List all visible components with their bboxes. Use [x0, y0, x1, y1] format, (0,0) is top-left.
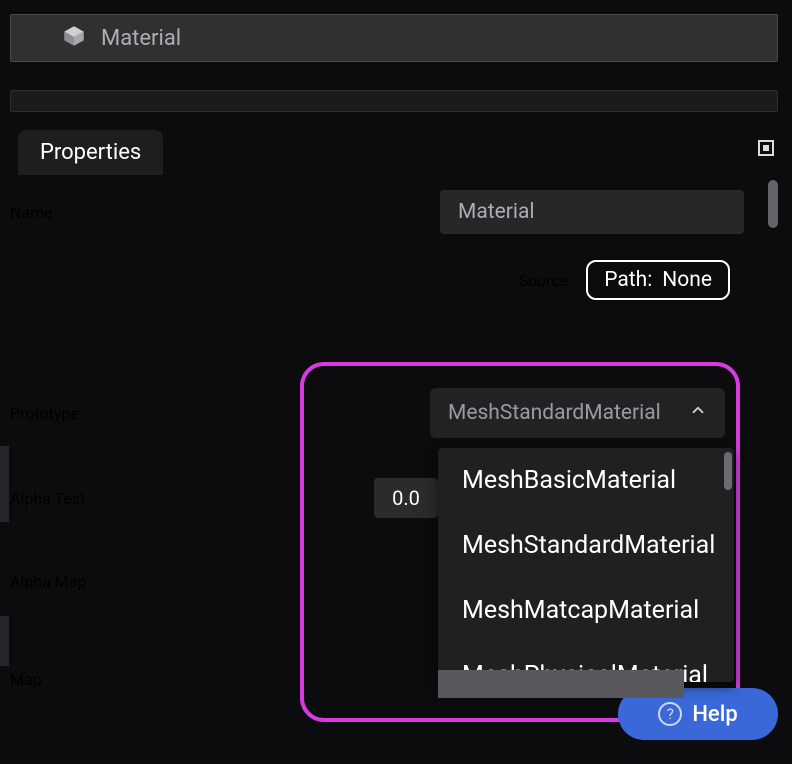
prototype-select[interactable]: MeshStandardMaterial — [430, 388, 725, 438]
chevron-up-icon — [689, 401, 707, 425]
row-alpha-test: Alpha Test — [10, 478, 438, 518]
dropdown-scrollbar[interactable] — [724, 452, 732, 490]
left-gutter — [0, 616, 9, 666]
source-path-button[interactable]: Path: None — [586, 260, 730, 300]
map-label: Map — [10, 670, 414, 689]
left-gutter — [0, 446, 9, 522]
prototype-option-basic[interactable]: MeshBasicMaterial — [438, 448, 734, 513]
row-name: Name — [10, 190, 730, 234]
scrollbar-vertical[interactable] — [768, 180, 778, 228]
prototype-dropdown: MeshBasicMaterial MeshStandardMaterial M… — [438, 448, 734, 682]
properties-panel: Name Source Path: None Prototype MeshSta… — [10, 176, 778, 764]
prototype-selected-value: MeshStandardMaterial — [448, 401, 661, 425]
source-label: Source — [519, 271, 569, 290]
prototype-label: Prototype — [10, 404, 430, 423]
dropdown-hscrollbar[interactable] — [438, 670, 684, 698]
row-alpha-map: Alpha Map — [10, 572, 414, 591]
breadcrumb-bar — [10, 90, 778, 112]
alpha-test-label: Alpha Test — [10, 489, 374, 508]
alpha-test-input[interactable] — [374, 478, 438, 518]
maximize-icon[interactable] — [758, 140, 774, 156]
material-icon — [61, 23, 87, 53]
prototype-option-matcap[interactable]: MeshMatcapMaterial — [438, 578, 734, 643]
name-input[interactable] — [440, 190, 744, 234]
title-bar: Material — [10, 14, 778, 62]
row-map: Map — [10, 670, 414, 689]
row-prototype: Prototype MeshStandardMaterial — [10, 388, 725, 438]
source-path-value: None — [662, 268, 712, 292]
tab-properties[interactable]: Properties — [18, 130, 163, 175]
help-label: Help — [692, 702, 737, 727]
tab-bar: Properties — [18, 130, 163, 175]
page-title: Material — [101, 26, 181, 51]
row-source: Source Path: None — [10, 260, 730, 300]
help-icon: ? — [658, 702, 682, 726]
prototype-option-standard[interactable]: MeshStandardMaterial — [438, 513, 734, 578]
name-label: Name — [10, 203, 440, 222]
source-path-key: Path: — [604, 268, 652, 292]
alpha-map-label: Alpha Map — [10, 572, 414, 591]
